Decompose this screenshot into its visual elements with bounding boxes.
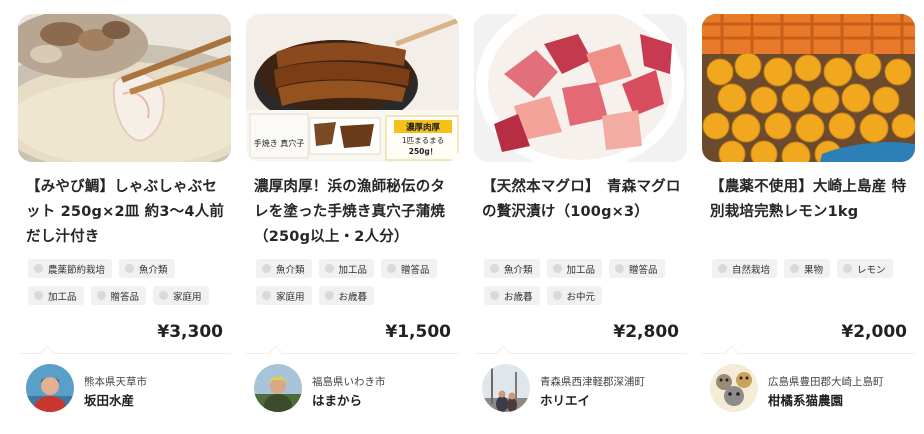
tag-dot-icon — [262, 264, 271, 273]
product-card[interactable]: 手焼き 真穴子 濃厚肉厚 1匹まるまる 250g！ 濃厚肉厚！浜の漁師秘伝のタレ… — [246, 14, 459, 434]
seller-location: 熊本県天草市 — [84, 376, 147, 388]
tag-dot-icon — [552, 264, 562, 273]
tag-dot-icon — [34, 291, 43, 300]
product-grid: 【みやび鯛】しゃぶしゃぶセット 250g×2皿 約3～4人前 だし汁付き 農薬節… — [10, 14, 920, 434]
tag-list: 農薬節約栽培 魚介類 加工品 贈答品 家庭用 — [28, 259, 228, 305]
image-banner-text: 濃厚肉厚 — [406, 122, 441, 133]
product-title[interactable]: 【農薬不使用】大崎上島産 特別栽培完熟レモン1kg — [710, 175, 915, 225]
tag-chip[interactable]: 魚介類 — [256, 259, 312, 278]
tag-dot-icon — [324, 291, 334, 300]
product-image[interactable]: 手焼き 真穴子 濃厚肉厚 1匹まるまる 250g！ — [246, 14, 459, 162]
divider-notch — [267, 345, 284, 362]
avatar[interactable] — [254, 364, 302, 412]
tag-chip[interactable]: 家庭用 — [256, 286, 312, 305]
tag-list: 自然栽培 果物 レモン — [712, 259, 912, 278]
avatar[interactable] — [482, 364, 530, 412]
image-sub-text: 1匹まるまる — [402, 136, 444, 145]
tag-chip[interactable]: 魚介類 — [484, 259, 540, 278]
avatar[interactable] — [26, 364, 74, 412]
seller-info[interactable]: 広島県豊田郡大崎上島町 柑橘系猫農園 — [710, 364, 915, 414]
tag-list: 魚介類 加工品 贈答品 家庭用 お歳暮 — [256, 259, 456, 305]
tag-chip[interactable]: 贈答品 — [90, 286, 147, 305]
tag-chip[interactable]: お歳暮 — [318, 286, 375, 305]
anago-photo: 手焼き 真穴子 濃厚肉厚 1匹まるまる 250g！ — [246, 14, 459, 162]
tag-chip[interactable]: レモン — [837, 259, 893, 278]
seller-name[interactable]: はまから — [312, 390, 362, 409]
product-image[interactable] — [18, 14, 231, 162]
product-price: ¥3,300 — [157, 322, 223, 342]
tag-dot-icon — [324, 264, 334, 273]
tag-chip[interactable]: 加工品 — [546, 259, 603, 278]
image-sub-text-2: 250g！ — [409, 147, 438, 156]
product-card[interactable]: 【みやび鯛】しゃぶしゃぶセット 250g×2皿 約3～4人前 だし汁付き 農薬節… — [18, 14, 231, 434]
tag-list: 魚介類 加工品 贈答品 お歳暮 お中元 — [484, 259, 684, 305]
tag-dot-icon — [34, 264, 43, 273]
tag-chip[interactable]: 農薬節約栽培 — [28, 259, 113, 278]
image-badge-text: 手焼き 真穴子 — [254, 138, 305, 148]
divider-notch — [723, 345, 740, 362]
tag-dot-icon — [552, 291, 562, 300]
product-title[interactable]: 【みやび鯛】しゃぶしゃぶセット 250g×2皿 約3～4人前 だし汁付き — [26, 175, 231, 250]
product-title[interactable]: 【天然本マグロ】 青森マグロの贅沢漬け（100g×3） — [482, 175, 687, 225]
tag-chip[interactable]: 贈答品 — [609, 259, 665, 278]
product-price: ¥2,800 — [613, 322, 679, 342]
seller-location: 青森県西津軽郡深浦町 — [540, 376, 645, 388]
tag-chip[interactable]: お中元 — [546, 286, 603, 305]
seller-info[interactable]: 熊本県天草市 坂田水産 — [26, 364, 231, 414]
tag-chip[interactable]: 魚介類 — [119, 259, 175, 278]
lemon-photo — [702, 14, 915, 162]
tag-dot-icon — [615, 264, 625, 273]
tag-chip[interactable]: 加工品 — [28, 286, 84, 305]
tag-dot-icon — [387, 264, 397, 273]
tag-dot-icon — [790, 264, 800, 273]
product-title[interactable]: 濃厚肉厚！浜の漁師秘伝のタレを塗った手焼き真穴子蒲焼（250g以上・2人分） — [254, 175, 459, 250]
product-card[interactable]: 【天然本マグロ】 青森マグロの贅沢漬け（100g×3） 魚介類 加工品 贈答品 … — [474, 14, 687, 434]
shabu-shabu-photo — [18, 14, 231, 162]
divider-notch — [495, 345, 512, 362]
seller-name[interactable]: ホリエイ — [540, 390, 590, 409]
tag-dot-icon — [159, 291, 169, 300]
product-price: ¥2,000 — [841, 322, 907, 342]
tag-chip[interactable]: 贈答品 — [381, 259, 437, 278]
seller-name[interactable]: 坂田水産 — [84, 390, 134, 409]
seller-info[interactable]: 福島県いわき市 はまから — [254, 364, 459, 414]
avatar[interactable] — [710, 364, 758, 412]
tag-chip[interactable]: 家庭用 — [153, 286, 209, 305]
product-image[interactable] — [474, 14, 687, 162]
seller-name[interactable]: 柑橘系猫農園 — [768, 390, 843, 409]
seller-location: 広島県豊田郡大崎上島町 — [768, 376, 884, 388]
tag-chip[interactable]: 果物 — [784, 259, 831, 278]
tuna-photo — [474, 14, 687, 162]
product-card[interactable]: 【農薬不使用】大崎上島産 特別栽培完熟レモン1kg 自然栽培 果物 レモン ¥2… — [702, 14, 915, 434]
tag-dot-icon — [262, 291, 271, 300]
tag-dot-icon — [490, 264, 499, 273]
tag-dot-icon — [490, 291, 499, 300]
product-image[interactable] — [702, 14, 915, 162]
product-price: ¥1,500 — [385, 322, 451, 342]
tag-chip[interactable]: お歳暮 — [484, 286, 540, 305]
tag-dot-icon — [96, 291, 106, 300]
tag-chip[interactable]: 加工品 — [318, 259, 375, 278]
tag-dot-icon — [125, 264, 135, 273]
tag-dot-icon — [843, 264, 853, 273]
seller-location: 福島県いわき市 — [312, 376, 386, 388]
seller-info[interactable]: 青森県西津軽郡深浦町 ホリエイ — [482, 364, 687, 414]
divider-notch — [39, 345, 56, 362]
tag-chip[interactable]: 自然栽培 — [712, 259, 778, 278]
tag-dot-icon — [718, 264, 727, 273]
